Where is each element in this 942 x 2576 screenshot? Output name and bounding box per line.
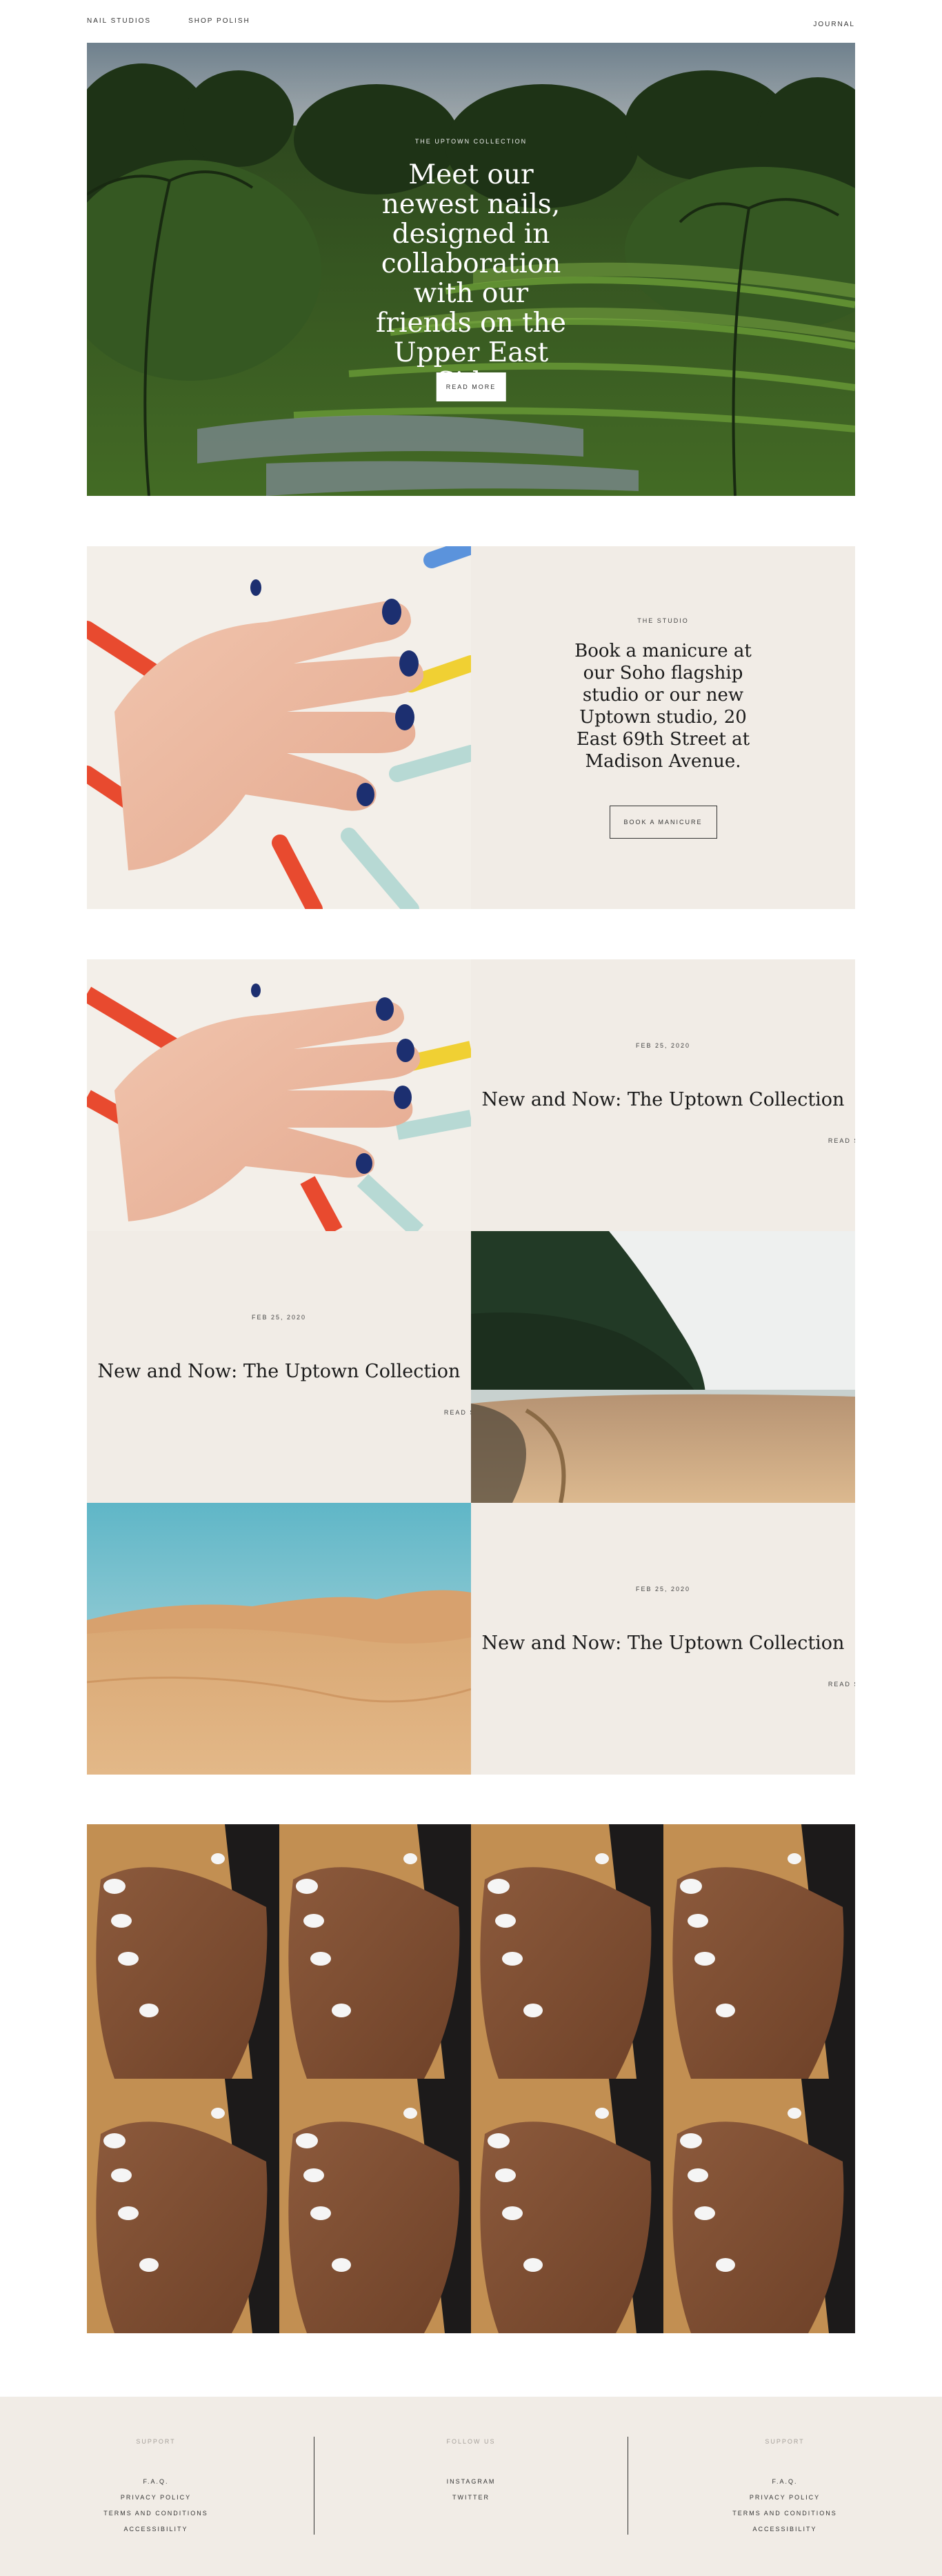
footer-link-list: F.A.Q. PRIVACY POLICY TERMS AND CONDITIO… (52, 2474, 259, 2537)
footer-item: TERMS AND CONDITIONS (681, 2506, 888, 2522)
hero-eyebrow: THE UPTOWN COLLECTION (414, 138, 528, 145)
shop-polish-link[interactable]: SHOP POLISH (188, 17, 250, 25)
studio-info-panel: THE STUDIO Book a manicure at our Soho f… (471, 546, 855, 909)
hero-section: THE UPTOWN COLLECTION Meet our newest na… (87, 43, 855, 496)
footer-support-column: SUPPORT F.A.Q. PRIVACY POLICY TERMS AND … (52, 2438, 259, 2537)
gallery-tile[interactable] (87, 1824, 279, 2079)
read-more-button[interactable]: READ MORE (436, 372, 506, 401)
footer-heading: SUPPORT (765, 2438, 805, 2445)
story-card: FEB 25, 2020 New and Now: The Uptown Col… (471, 1503, 855, 1775)
story-row: FEB 25, 2020 New and Now: The Uptown Col… (87, 1503, 855, 1775)
instagram-gallery (87, 1824, 855, 2333)
story-image-desert[interactable] (87, 1503, 471, 1775)
gallery-tile[interactable] (279, 2079, 471, 2333)
footer-item: ACCESSIBILITY (681, 2522, 888, 2537)
gallery-tile[interactable] (471, 2079, 663, 2333)
manicure-hand-image (87, 546, 471, 909)
story-row: FEB 25, 2020 New and Now: The Uptown Col… (87, 1231, 855, 1503)
top-navigation: NAIL STUDIOS SHOP POLISH JOURNAL (87, 0, 855, 43)
story-title[interactable]: New and Now: The Uptown Collection (87, 1361, 471, 1383)
story-title[interactable]: New and Now: The Uptown Collection (471, 1633, 855, 1655)
footer-link-list: F.A.Q. PRIVACY POLICY TERMS AND CONDITIO… (681, 2474, 888, 2537)
footer-link-list: INSTAGRAM TWITTER (368, 2474, 574, 2506)
faq-link[interactable]: F.A.Q. (143, 2478, 168, 2485)
accessibility-link[interactable]: ACCESSIBILITY (752, 2526, 816, 2533)
privacy-policy-link[interactable]: PRIVACY POLICY (750, 2494, 820, 2501)
studio-description: Book a manicure at our Soho flagship stu… (574, 641, 752, 772)
hero-content: THE UPTOWN COLLECTION Meet our newest na… (87, 43, 855, 496)
footer-item: PRIVACY POLICY (52, 2490, 259, 2506)
footer-item: ACCESSIBILITY (52, 2522, 259, 2537)
gallery-tile[interactable] (663, 1824, 855, 2079)
story-title[interactable]: New and Now: The Uptown Collection (471, 1089, 855, 1111)
read-story-link[interactable]: READ STORY (663, 1681, 855, 1688)
story-date: FEB 25, 2020 (251, 1314, 307, 1321)
journal-link[interactable]: JOURNAL (813, 21, 855, 28)
gallery-tile[interactable] (663, 2079, 855, 2333)
story-date: FEB 25, 2020 (635, 1042, 691, 1049)
studio-eyebrow: THE STUDIO (637, 617, 689, 624)
gallery-tile[interactable] (279, 1824, 471, 2079)
privacy-policy-link[interactable]: PRIVACY POLICY (121, 2494, 191, 2501)
brand-link[interactable]: NAIL STUDIOS (87, 17, 151, 25)
gallery-tile[interactable] (87, 2079, 279, 2333)
footer-follow-column: FOLLOW US INSTAGRAM TWITTER (368, 2438, 574, 2506)
story-card: FEB 25, 2020 New and Now: The Uptown Col… (87, 1231, 471, 1503)
story-row: FEB 25, 2020 New and Now: The Uptown Col… (87, 959, 855, 1231)
faq-link[interactable]: F.A.Q. (772, 2478, 797, 2485)
gallery-tile[interactable] (471, 1824, 663, 2079)
terms-link[interactable]: TERMS AND CONDITIONS (103, 2510, 208, 2517)
footer-item: TERMS AND CONDITIONS (52, 2506, 259, 2522)
site-footer: SUPPORT F.A.Q. PRIVACY POLICY TERMS AND … (0, 2397, 942, 2576)
footer-item: F.A.Q. (52, 2474, 259, 2490)
accessibility-link[interactable]: ACCESSIBILITY (123, 2526, 188, 2533)
footer-support-column: SUPPORT F.A.Q. PRIVACY POLICY TERMS AND … (681, 2438, 888, 2537)
read-story-link[interactable]: READ STORY (663, 1137, 855, 1144)
story-image-hand[interactable] (87, 959, 471, 1231)
footer-item: PRIVACY POLICY (681, 2490, 888, 2506)
footer-item: TWITTER (368, 2490, 574, 2506)
footer-heading: SUPPORT (136, 2438, 176, 2445)
footer-heading: FOLLOW US (446, 2438, 496, 2445)
hero-headline: Meet our newest nails, designed in colla… (376, 159, 566, 397)
story-image-beach[interactable] (471, 1231, 855, 1503)
nav-left-group: NAIL STUDIOS SHOP POLISH (87, 17, 250, 25)
story-date: FEB 25, 2020 (635, 1586, 691, 1592)
twitter-link[interactable]: TWITTER (452, 2494, 490, 2501)
footer-item: INSTAGRAM (368, 2474, 574, 2490)
nav-right-group: JOURNAL (813, 17, 855, 30)
instagram-link[interactable]: INSTAGRAM (447, 2478, 496, 2485)
story-card: FEB 25, 2020 New and Now: The Uptown Col… (471, 959, 855, 1231)
read-story-link[interactable]: READ STORY (279, 1409, 471, 1416)
footer-item: F.A.Q. (681, 2474, 888, 2490)
terms-link[interactable]: TERMS AND CONDITIONS (732, 2510, 837, 2517)
stories-grid: FEB 25, 2020 New and Now: The Uptown Col… (87, 959, 855, 1775)
book-manicure-button[interactable]: BOOK A MANICURE (609, 806, 717, 839)
studio-section: THE STUDIO Book a manicure at our Soho f… (87, 546, 855, 909)
